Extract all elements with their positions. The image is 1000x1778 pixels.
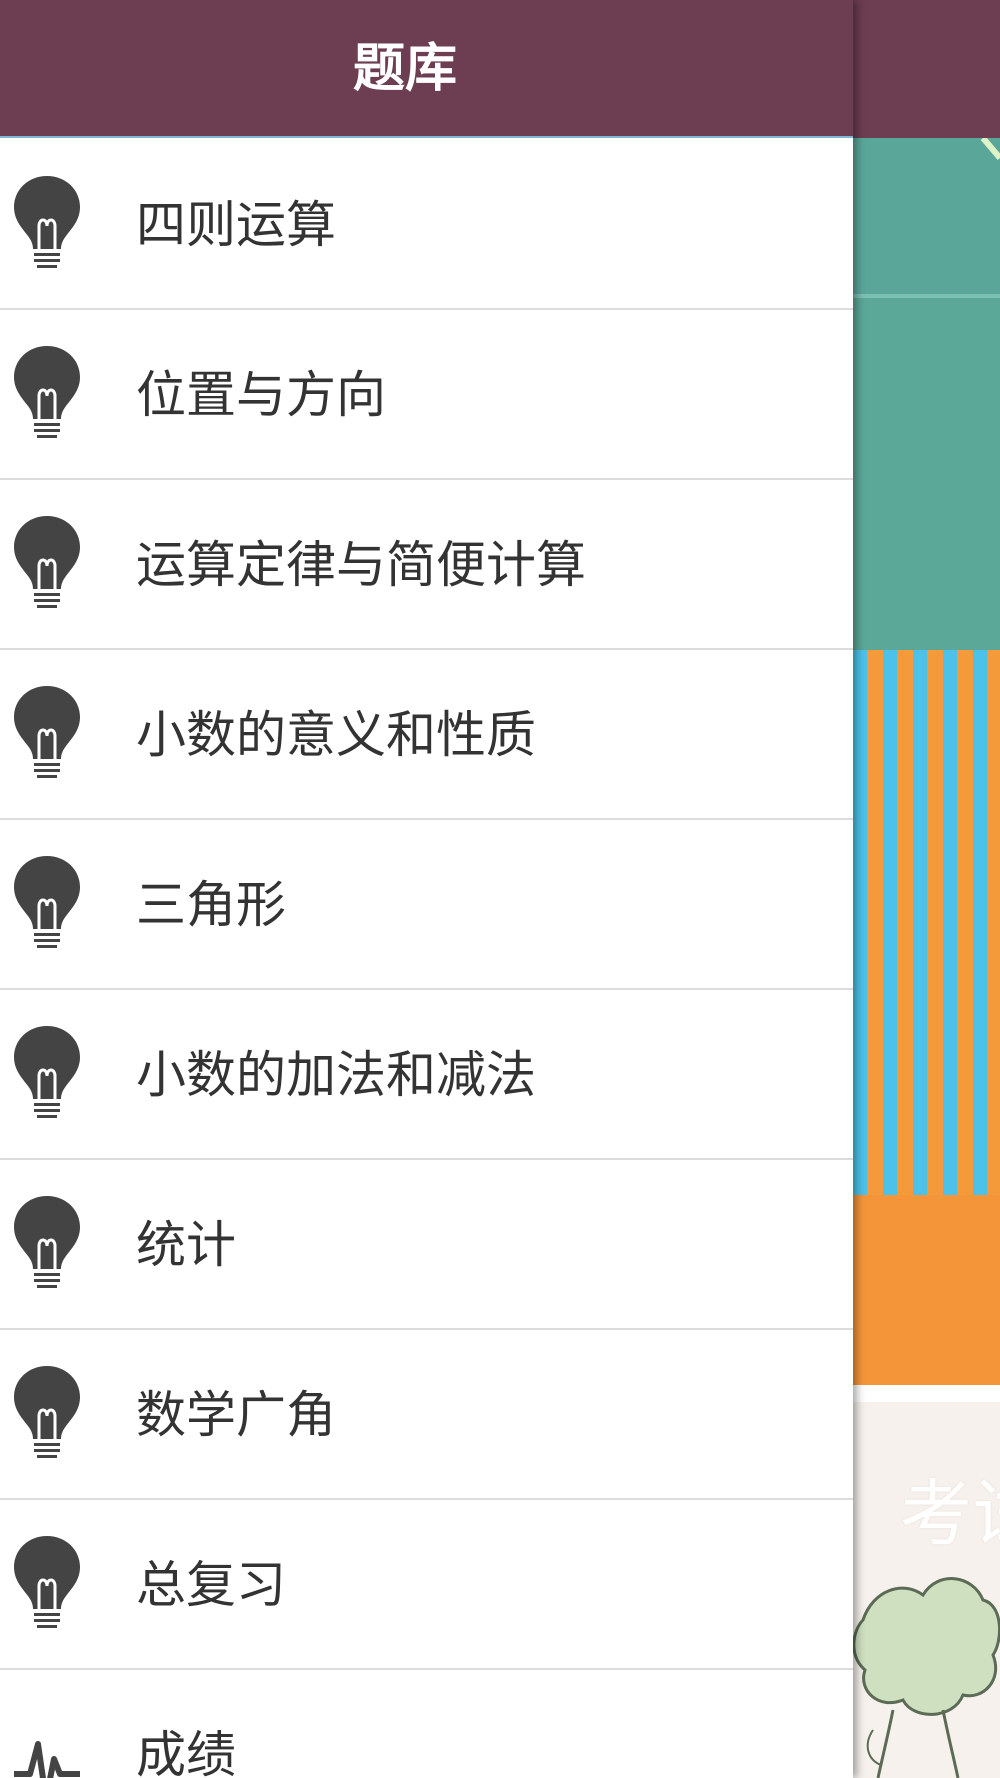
app-screen: 考试 题库 四则运算 — [0, 0, 1000, 1778]
lightbulb-icon — [14, 516, 80, 608]
lightbulb-icon — [14, 1536, 80, 1628]
list-item-cheng-ji[interactable]: 成绩 — [0, 1670, 853, 1778]
list-item-yun-suan-ding-lv[interactable]: 运算定律与简便计算 — [0, 480, 853, 650]
list-item-san-jiao-xing[interactable]: 三角形 — [0, 820, 853, 990]
book-cover-teal — [853, 298, 1000, 650]
list-item-shu-xue-guang-jiao[interactable]: 数学广角 — [0, 1330, 853, 1500]
list-item-label: 成绩 — [136, 1726, 236, 1778]
main-header — [853, 0, 1000, 138]
list-item-xiao-shu-yi-yi[interactable]: 小数的意义和性质 — [0, 650, 853, 820]
drawer-title: 题库 — [352, 39, 457, 99]
list-item-label: 统计 — [136, 1216, 236, 1274]
book-cover-orange — [853, 1195, 1000, 1385]
tree-sketch-image — [853, 1577, 1000, 1778]
list-item-label: 小数的意义和性质 — [136, 706, 536, 764]
list-item-label: 运算定律与简便计算 — [136, 536, 586, 594]
pulse-chart-icon — [14, 1741, 80, 1778]
list-item-wei-zhi-yu-fang-xiang[interactable]: 位置与方向 — [0, 310, 853, 480]
book-cover-top — [853, 138, 1000, 294]
list-item-xiao-shu-jia-jian[interactable]: 小数的加法和减法 — [0, 990, 853, 1160]
lightbulb-icon — [14, 176, 80, 268]
lightbulb-icon — [14, 856, 80, 948]
drawer-header: 题库 — [0, 0, 853, 138]
list-item-label: 位置与方向 — [136, 366, 386, 424]
list-item-label: 小数的加法和减法 — [136, 1046, 536, 1104]
lightbulb-icon — [14, 346, 80, 438]
list-item-label: 四则运算 — [136, 196, 336, 254]
list-item-label: 总复习 — [136, 1556, 286, 1614]
topic-list: 四则运算 位置与方向 运算定律与简便计算 小数的意义和性质 三角形 小数的加法和… — [0, 140, 853, 1778]
lightbulb-icon — [14, 1026, 80, 1118]
list-item-si-ze-yun-suan[interactable]: 四则运算 — [0, 140, 853, 310]
list-item-tong-ji[interactable]: 统计 — [0, 1160, 853, 1330]
book-cover-stripes — [853, 650, 1000, 1195]
lightbulb-icon — [14, 1196, 80, 1288]
list-item-label: 三角形 — [136, 876, 286, 934]
lightbulb-icon — [14, 1366, 80, 1458]
list-item-zong-fu-xi[interactable]: 总复习 — [0, 1500, 853, 1670]
lightbulb-icon — [14, 686, 80, 778]
cover-text: 考试 — [900, 1472, 1000, 1556]
navigation-drawer: 题库 四则运算 位置与方向 运算定律与简便计算 小数的意义和性质 三角形 小数的… — [0, 0, 853, 1778]
list-item-label: 数学广角 — [136, 1386, 336, 1444]
